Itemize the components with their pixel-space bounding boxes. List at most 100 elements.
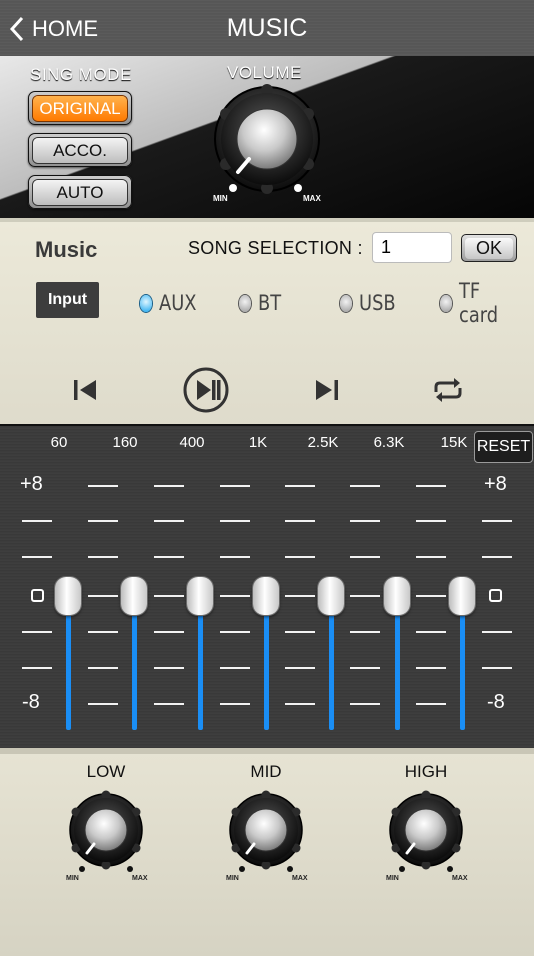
eq-grid-tick bbox=[154, 556, 184, 558]
ok-button[interactable]: OK bbox=[461, 234, 517, 262]
song-selection-label: SONG SELECTION : bbox=[188, 238, 363, 258]
tone-mid-label: MID bbox=[250, 762, 282, 781]
input-radio-usb[interactable]: USB bbox=[340, 291, 402, 315]
mode-auto-button[interactable]: AUTO bbox=[28, 175, 132, 209]
input-radio-tf-card[interactable]: TF card bbox=[440, 279, 534, 327]
volume-max-dot bbox=[294, 184, 302, 192]
eq-grid-tick bbox=[285, 556, 315, 558]
tone-max-dot bbox=[127, 866, 133, 872]
input-aux-label: AUX bbox=[159, 291, 197, 315]
tone-max-dot bbox=[287, 866, 293, 872]
input-bt-label: BT bbox=[258, 291, 282, 315]
eq-grid-tick bbox=[350, 631, 380, 633]
mode-auto-label: AUTO bbox=[33, 179, 127, 205]
tone-min-dot bbox=[79, 866, 85, 872]
input-radio-bt[interactable]: BT bbox=[239, 291, 285, 315]
eq-grid-tick bbox=[482, 556, 512, 558]
eq-freq-label: 2.5K bbox=[307, 434, 339, 451]
eq-grid-tick bbox=[482, 667, 512, 669]
eq-scale-zero-left bbox=[31, 589, 44, 602]
mode-acco-label: ACCO. bbox=[33, 137, 127, 163]
eq-scale-bottom-right: -8 bbox=[487, 691, 505, 713]
eq-scale-top-right: +8 bbox=[484, 473, 507, 495]
next-icon bbox=[316, 380, 338, 400]
eq-grid-tick bbox=[154, 485, 184, 487]
mode-acco-button[interactable]: ACCO. bbox=[28, 133, 132, 167]
tone-max-label: MAX bbox=[292, 875, 308, 882]
eq-grid-tick bbox=[88, 520, 118, 522]
repeat-button[interactable] bbox=[425, 367, 471, 413]
input-radio-aux[interactable]: AUX bbox=[140, 291, 203, 315]
tone-low-label: LOW bbox=[86, 762, 126, 781]
input-usb-label: USB bbox=[359, 291, 396, 315]
mode-original-button[interactable]: ORIGINAL bbox=[28, 91, 132, 125]
eq-grid-tick bbox=[88, 703, 118, 705]
eq-grid-tick bbox=[220, 556, 250, 558]
next-button[interactable] bbox=[304, 367, 350, 413]
eq-grid-tick bbox=[350, 485, 380, 487]
eq-grid-tick bbox=[220, 485, 250, 487]
tone-min-label: MIN bbox=[226, 875, 239, 882]
eq-grid-tick bbox=[154, 631, 184, 633]
eq-grid-tick bbox=[416, 485, 446, 487]
tone-high-label: HIGH bbox=[404, 762, 448, 781]
eq-grid-tick bbox=[285, 520, 315, 522]
eq-slider-thumb[interactable] bbox=[253, 577, 279, 615]
volume-min-label: MIN bbox=[213, 194, 228, 203]
eq-grid-tick bbox=[220, 703, 250, 705]
tone-max-dot bbox=[447, 866, 453, 872]
input-tf-card-label: TF card bbox=[458, 279, 498, 327]
eq-grid-tick bbox=[482, 631, 512, 633]
tone-min-label: MIN bbox=[66, 875, 79, 882]
play-pause-button[interactable] bbox=[183, 367, 229, 413]
repeat-icon bbox=[434, 378, 462, 402]
eq-grid-tick bbox=[285, 485, 315, 487]
eq-grid-tick bbox=[88, 485, 118, 487]
radio-unselected-icon bbox=[340, 294, 352, 312]
tone-max-label: MAX bbox=[452, 875, 468, 882]
eq-slider-thumb[interactable] bbox=[187, 577, 213, 615]
eq-grid-tick bbox=[88, 667, 118, 669]
eq-grid-tick bbox=[482, 520, 512, 522]
song-selection-input[interactable] bbox=[372, 232, 452, 263]
volume-label: VOLUME bbox=[227, 63, 302, 82]
eq-freq-label: 1K bbox=[248, 434, 268, 451]
tone-min-dot bbox=[399, 866, 405, 872]
eq-grid-tick bbox=[88, 631, 118, 633]
tone-mid-knob[interactable] bbox=[226, 790, 306, 870]
input-badge: Input bbox=[36, 282, 99, 318]
eq-scale-bottom-left: -8 bbox=[22, 691, 40, 713]
eq-grid-tick bbox=[220, 667, 250, 669]
eq-grid-tick bbox=[350, 520, 380, 522]
eq-grid-tick bbox=[220, 595, 250, 597]
eq-grid-tick bbox=[416, 556, 446, 558]
eq-grid-tick bbox=[22, 631, 52, 633]
tone-min-label: MIN bbox=[386, 875, 399, 882]
eq-freq-label: 400 bbox=[179, 434, 205, 451]
eq-slider-thumb[interactable] bbox=[55, 577, 81, 615]
volume-knob[interactable] bbox=[212, 84, 322, 194]
radio-selected-icon bbox=[140, 294, 152, 312]
eq-slider-thumb[interactable] bbox=[449, 577, 475, 615]
eq-slider-thumb[interactable] bbox=[121, 577, 147, 615]
eq-freq-label: 6.3K bbox=[373, 434, 405, 451]
home-back-button[interactable]: HOME bbox=[10, 14, 98, 44]
eq-grid-tick bbox=[22, 556, 52, 558]
tone-low-knob[interactable] bbox=[66, 790, 146, 870]
music-title: Music bbox=[35, 237, 98, 262]
radio-unselected-icon bbox=[239, 294, 251, 312]
previous-button[interactable] bbox=[62, 367, 108, 413]
eq-grid-tick bbox=[416, 631, 446, 633]
eq-slider-thumb[interactable] bbox=[318, 577, 344, 615]
eq-grid-tick bbox=[350, 595, 380, 597]
eq-reset-button[interactable]: RESET bbox=[474, 431, 533, 463]
chevron-left-icon bbox=[10, 16, 24, 42]
eq-slider-thumb[interactable] bbox=[384, 577, 410, 615]
eq-grid-tick bbox=[416, 703, 446, 705]
eq-grid-tick bbox=[350, 703, 380, 705]
eq-grid-tick bbox=[154, 520, 184, 522]
eq-grid-tick bbox=[154, 595, 184, 597]
radio-unselected-icon bbox=[440, 294, 452, 312]
tone-high-knob[interactable] bbox=[386, 790, 466, 870]
previous-icon bbox=[74, 380, 96, 400]
